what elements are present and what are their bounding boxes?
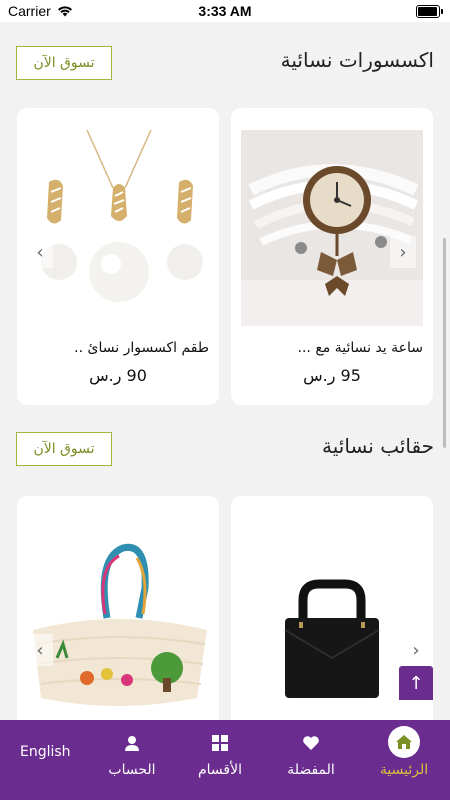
scrollbar[interactable] bbox=[443, 238, 446, 448]
product-name[interactable]: طقم اكسسوار نسائ .. bbox=[27, 340, 209, 356]
product-card[interactable]: ‹ bbox=[17, 496, 219, 720]
jewelry-image bbox=[27, 130, 209, 326]
product-image-watch[interactable] bbox=[241, 130, 423, 326]
basket-bag-image bbox=[27, 518, 209, 714]
nav-home-label: الرئيسية bbox=[379, 762, 429, 778]
nav-account-label: الحساب bbox=[108, 762, 156, 778]
nav-categories[interactable]: الأقسام bbox=[180, 720, 260, 800]
section-bags-header: حقائب نسائية تسوق الآن bbox=[16, 432, 434, 468]
home-icon-circle bbox=[388, 726, 420, 758]
carousel-prev-arrow[interactable]: ‹ bbox=[27, 236, 53, 268]
chevron-left-icon: ‹ bbox=[36, 241, 44, 263]
arrow-up-icon: ↑ bbox=[408, 672, 424, 694]
carousel-next-arrow[interactable]: › bbox=[403, 634, 429, 666]
grid-icon bbox=[212, 732, 228, 754]
language-toggle[interactable]: English bbox=[20, 744, 71, 760]
heart-icon bbox=[302, 732, 320, 754]
bottom-navigation: الرئيسية المفضلة الأقسام الحساب English bbox=[0, 720, 450, 800]
status-time: 3:33 AM bbox=[198, 3, 252, 19]
nav-account[interactable]: الحساب bbox=[92, 720, 172, 800]
nav-favorites-label: المفضلة bbox=[287, 762, 335, 778]
nav-home[interactable]: الرئيسية bbox=[364, 720, 444, 800]
scroll-to-top-button[interactable]: ↑ bbox=[399, 666, 433, 700]
section-title: حقائب نسائية bbox=[322, 434, 434, 458]
chevron-left-icon: ‹ bbox=[36, 639, 44, 661]
shop-now-button[interactable]: تسوق الآن bbox=[16, 432, 112, 466]
carousel-prev-arrow[interactable]: ‹ bbox=[27, 634, 53, 666]
handbag-image bbox=[241, 518, 423, 714]
main-content[interactable]: اكسسورات نسائية تسوق الآن › ساعة يد نسائ… bbox=[0, 22, 450, 720]
product-image-basket-bag[interactable] bbox=[27, 518, 209, 714]
home-icon bbox=[396, 735, 412, 749]
chevron-right-icon: › bbox=[412, 639, 420, 661]
product-card[interactable]: ‹ طقم اكسسوار نسائ .. 90 ر.س bbox=[17, 108, 219, 405]
carousel-next-arrow[interactable]: › bbox=[390, 236, 416, 268]
chevron-right-icon: › bbox=[399, 241, 407, 263]
user-icon bbox=[124, 732, 140, 754]
status-bar: Carrier 3:33 AM bbox=[0, 0, 450, 22]
section-title: اكسسورات نسائية bbox=[280, 48, 434, 72]
product-image-jewelry-set[interactable] bbox=[27, 130, 209, 326]
nav-categories-label: الأقسام bbox=[198, 762, 242, 778]
product-price: 90 ر.س bbox=[89, 366, 147, 385]
nav-favorites[interactable]: المفضلة bbox=[271, 720, 351, 800]
section-accessories-header: اكسسورات نسائية تسوق الآن bbox=[16, 46, 434, 82]
product-name[interactable]: ساعة يد نسائية مع ... bbox=[241, 340, 423, 356]
shop-now-button[interactable]: تسوق الآن bbox=[16, 46, 112, 80]
battery-icon bbox=[416, 5, 443, 18]
product-card[interactable]: › ساعة يد نسائية مع ... 95 ر.س bbox=[231, 108, 433, 405]
watch-image bbox=[241, 130, 423, 326]
product-price: 95 ر.س bbox=[303, 366, 361, 385]
product-image-handbag[interactable] bbox=[241, 518, 423, 714]
